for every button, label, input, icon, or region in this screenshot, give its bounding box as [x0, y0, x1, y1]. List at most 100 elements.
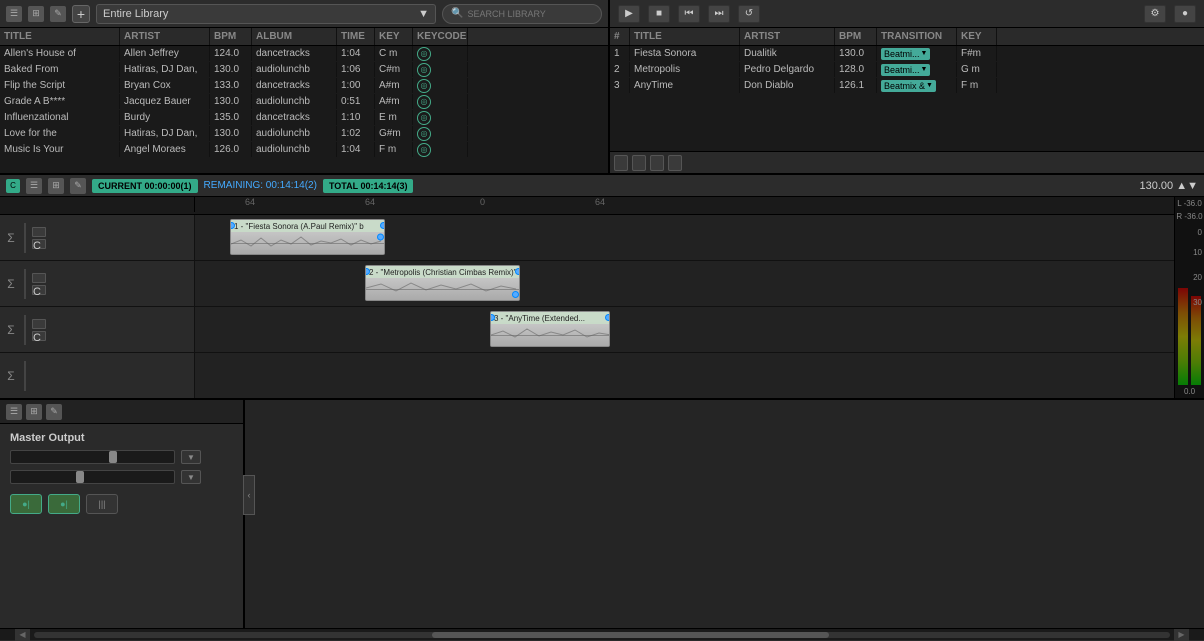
play-button[interactable]: ▶	[618, 5, 640, 23]
timeline-icon[interactable]: C	[6, 179, 20, 193]
timeline-toolbar: C ☰ ⊞ ✎ CURRENT 00:00:00(1) REMAINING: 0…	[0, 175, 1204, 197]
list-icon[interactable]: ☰	[6, 6, 22, 22]
grid-icon[interactable]: ⊞	[28, 6, 44, 22]
track-solo-2[interactable]: C	[32, 285, 46, 295]
track-sigma-icon-1: Σ	[4, 231, 18, 245]
keycode-icon: ◎	[417, 95, 431, 109]
mixer-title: Master Output	[0, 432, 243, 444]
slider-row-1: ▼	[10, 450, 233, 464]
footer-btn-4[interactable]	[668, 155, 682, 171]
loop-button[interactable]: ↺	[738, 5, 760, 23]
beatmix-button[interactable]: Beatmi... ▼	[881, 48, 930, 60]
beatmix-button[interactable]: Beatmix & ▼	[881, 80, 936, 92]
clip-1-end-top-dot[interactable]	[380, 222, 385, 229]
meter-mark-0: 0	[1198, 228, 1202, 237]
footer-btn-3[interactable]	[650, 155, 664, 171]
meter-bar-r	[1191, 296, 1201, 385]
timeline-tracks: 64 64 0 64 Σ C	[0, 197, 1174, 398]
button-row: ●| ●| |||	[10, 494, 233, 514]
library-row[interactable]: Flip the Script Bryan Cox 133.0 dancetra…	[0, 78, 608, 94]
master-slider-1[interactable]	[10, 450, 175, 464]
meter-db-value: 0.0	[1182, 385, 1197, 398]
keycode-icon: ◎	[417, 79, 431, 93]
track-lane-4: Σ	[0, 353, 1174, 398]
clip-3[interactable]: 3 - "AnyTime (Extended...	[490, 311, 610, 347]
library-row[interactable]: Love for the Hatiras, DJ Dan, 130.0 audi…	[0, 126, 608, 142]
timeline-status: CURRENT 00:00:00(1)	[92, 179, 198, 193]
ctrl-btn-3[interactable]: |||	[86, 494, 118, 514]
clip-2-bottom-dot[interactable]	[512, 291, 519, 298]
library-row[interactable]: Allen's House of Allen Jeffrey 124.0 dan…	[0, 46, 608, 62]
library-dropdown[interactable]: Entire Library ▼	[96, 4, 436, 24]
track-mute-1[interactable]	[32, 227, 46, 237]
keycode-icon: ◎	[417, 47, 431, 61]
clip-1-end-dot[interactable]	[377, 234, 384, 241]
library-row[interactable]: Influenzational Burdy 135.0 dancetracks …	[0, 110, 608, 126]
options-button[interactable]: ●	[1174, 5, 1196, 23]
clip-1-header: 1 - "Fiesta Sonora (A.Paul Remix)" b	[231, 220, 384, 232]
ctrl-btn-2[interactable]: ●|	[48, 494, 80, 514]
keycode-icon: ◎	[417, 111, 431, 125]
clip-2-end-dot[interactable]	[515, 268, 520, 275]
library-row[interactable]: Music Is Your Angel Moraes 126.0 audiolu…	[0, 142, 608, 158]
track-controls-1: Σ C	[0, 215, 195, 260]
mixer-edit-icon[interactable]: ✎	[46, 404, 62, 420]
ctrl-btn-1[interactable]: ●|	[10, 494, 42, 514]
track-area-1[interactable]: 1 - "Fiesta Sonora (A.Paul Remix)" b	[195, 215, 1174, 260]
settings-button[interactable]: ⚙	[1144, 5, 1166, 23]
clip-3-end-dot[interactable]	[605, 314, 610, 321]
clip-1[interactable]: 1 - "Fiesta Sonora (A.Paul Remix)" b	[230, 219, 385, 255]
search-box[interactable]: 🔍 SEARCH LIBRARY	[442, 4, 602, 24]
slider-dropdown-2[interactable]: ▼	[181, 470, 201, 484]
col-header-title: TITLE	[0, 28, 120, 45]
track-mute-3[interactable]	[32, 319, 46, 329]
edit-icon[interactable]: ✎	[50, 6, 66, 22]
master-slider-2[interactable]	[10, 470, 175, 484]
beatmix-button[interactable]: Beatmi... ▼	[881, 64, 930, 76]
bottom-scroll-left[interactable]: ◀	[15, 629, 30, 641]
mixer-grid-icon[interactable]: ⊞	[26, 404, 42, 420]
col-header-keycode: KEYCODE	[413, 28, 468, 45]
library-row[interactable]: Baked From Hatiras, DJ Dan, 130.0 audiol…	[0, 62, 608, 78]
panel-expand-button[interactable]: ‹	[243, 475, 255, 515]
ph-num: #	[610, 28, 630, 45]
footer-btn-1[interactable]	[614, 155, 628, 171]
library-row[interactable]: Grade A B**** Jacquez Bauer 130.0 audiol…	[0, 94, 608, 110]
add-track-button[interactable]: +	[72, 5, 90, 23]
playlist-rows: 1 Fiesta Sonora Dualitik 130.0 Beatmi...…	[610, 46, 1204, 94]
bottom-scrollbar-thumb[interactable]	[432, 632, 830, 638]
ruler-mark-4: 64	[595, 197, 605, 207]
playlist-row[interactable]: 3 AnyTime Don Diablo 126.1 Beatmix & ▼ F…	[610, 78, 1204, 94]
bottom-scroll-right[interactable]: ▶	[1174, 629, 1189, 641]
bottom-scrollbar[interactable]: ◀ ▶	[0, 628, 1204, 640]
keycode-icon: ◎	[417, 143, 431, 157]
footer-btn-2[interactable]	[632, 155, 646, 171]
track-lane-2: Σ C 2 - "Metropolis (Christian Cimbas Re…	[0, 261, 1174, 307]
prev-button[interactable]: ⏮	[678, 5, 700, 23]
library-panel: ☰ ⊞ ✎ + Entire Library ▼ 🔍 SEARCH LIBRAR…	[0, 0, 610, 173]
tl-list-icon[interactable]: ☰	[26, 178, 42, 194]
bottom-section: ☰ ⊞ ✎ Master Output ▼ ▼ ●| ●| |||	[0, 400, 1204, 635]
slider-dropdown-1[interactable]: ▼	[181, 450, 201, 464]
slider-thumb-1[interactable]	[109, 451, 117, 463]
ph-artist: ARTIST	[740, 28, 835, 45]
track-mute-2[interactable]	[32, 273, 46, 283]
library-toolbar: ☰ ⊞ ✎ + Entire Library ▼ 🔍 SEARCH LIBRAR…	[0, 0, 608, 28]
playlist-row[interactable]: 2 Metropolis Pedro Delgardo 128.0 Beatmi…	[610, 62, 1204, 78]
tl-edit-icon[interactable]: ✎	[70, 178, 86, 194]
track-area-3[interactable]: 3 - "AnyTime (Extended...	[195, 307, 1174, 352]
ph-bpm: BPM	[835, 28, 877, 45]
track-area-2[interactable]: 2 - "Metropolis (Christian Cimbas Remix)…	[195, 261, 1174, 306]
track-area-4[interactable]	[195, 353, 1174, 398]
clip-2[interactable]: 2 - "Metropolis (Christian Cimbas Remix)…	[365, 265, 520, 301]
track-solo-1[interactable]: C	[32, 239, 46, 249]
playlist-row[interactable]: 1 Fiesta Sonora Dualitik 130.0 Beatmi...…	[610, 46, 1204, 62]
mixer-list-icon[interactable]: ☰	[6, 404, 22, 420]
tl-grid-icon[interactable]: ⊞	[48, 178, 64, 194]
track-sigma-icon-4: Σ	[4, 369, 18, 383]
slider-thumb-2[interactable]	[76, 471, 84, 483]
next-button[interactable]: ⏭	[708, 5, 730, 23]
stop-button[interactable]: ■	[648, 5, 670, 23]
track-solo-3[interactable]: C	[32, 331, 46, 341]
meter-mark-10: 10	[1193, 248, 1202, 257]
